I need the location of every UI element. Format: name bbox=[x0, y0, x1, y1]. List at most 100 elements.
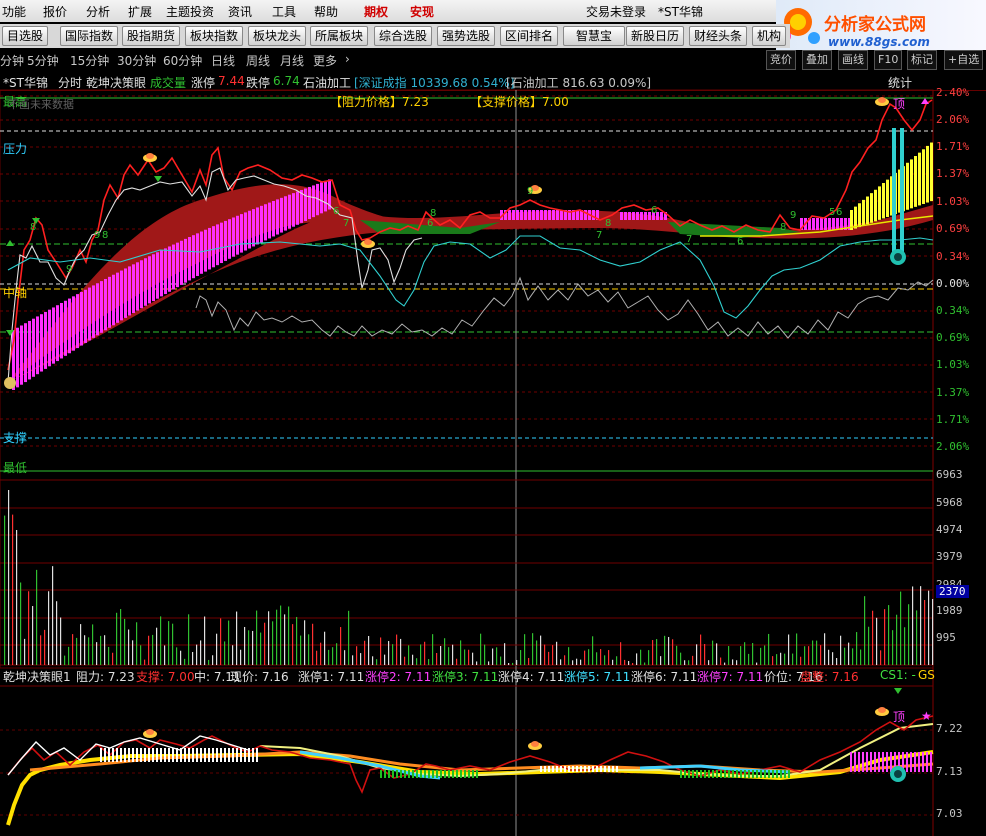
volume-bar bbox=[452, 644, 454, 665]
volume-bar bbox=[760, 647, 762, 665]
vol-current-badge: 2370 bbox=[936, 585, 969, 598]
sub-column bbox=[914, 752, 916, 772]
volume-bar bbox=[588, 649, 590, 665]
sub-column bbox=[116, 748, 118, 762]
sub-column bbox=[556, 766, 558, 772]
label-pressure: 压力 bbox=[3, 142, 28, 156]
sub-column bbox=[544, 766, 546, 772]
volume-bar bbox=[360, 653, 362, 665]
volume-bar bbox=[800, 656, 802, 665]
band-column bbox=[620, 212, 623, 220]
band-column bbox=[832, 218, 835, 230]
num-label: 6 bbox=[333, 206, 340, 217]
price-axis-label: 1.03% bbox=[936, 195, 970, 208]
sub-column bbox=[416, 770, 418, 778]
indicator-title[interactable]: 乾坤决策眼1 bbox=[3, 668, 71, 685]
label-lowest: 最低 bbox=[3, 461, 28, 475]
sub-column bbox=[886, 752, 888, 772]
price-axis-label: 2.06% bbox=[936, 440, 970, 453]
band-column bbox=[56, 305, 59, 362]
price-axis-label: 2.06% bbox=[936, 113, 970, 126]
rosette-icon bbox=[890, 766, 906, 782]
volume-bar bbox=[908, 604, 910, 665]
intraday-chart[interactable]: ★ bbox=[0, 0, 986, 836]
sub-column bbox=[568, 766, 570, 772]
volume-bar bbox=[164, 645, 166, 665]
band-column bbox=[324, 180, 327, 212]
band-column bbox=[200, 231, 203, 274]
volume-bar bbox=[632, 662, 634, 665]
sub-column bbox=[148, 748, 150, 762]
volume-bar bbox=[644, 662, 646, 665]
volume-bar bbox=[212, 655, 214, 665]
volume-bar bbox=[796, 633, 798, 665]
band-column bbox=[268, 202, 271, 239]
sub-column bbox=[456, 770, 458, 778]
volume-bar bbox=[736, 660, 738, 665]
sub-column bbox=[100, 748, 102, 762]
sub-column bbox=[400, 770, 402, 778]
volume-bar bbox=[224, 641, 226, 665]
sub-column bbox=[176, 748, 178, 762]
volume-bar bbox=[12, 514, 14, 665]
band-column bbox=[172, 244, 175, 290]
band-column bbox=[88, 287, 91, 341]
band-column bbox=[248, 210, 251, 249]
volume-bar bbox=[264, 622, 266, 665]
volume-bar bbox=[372, 656, 374, 665]
sub-column bbox=[600, 766, 602, 772]
volume-bar bbox=[108, 646, 110, 665]
sub-column bbox=[112, 748, 114, 762]
volume-bar bbox=[560, 659, 562, 665]
volume-bar bbox=[116, 612, 118, 665]
volume-bar bbox=[8, 490, 10, 665]
price-axis-label: 0.34% bbox=[936, 304, 970, 317]
volume-bar bbox=[472, 652, 474, 665]
cyan-marker-bar bbox=[900, 128, 904, 256]
volume-bar bbox=[152, 634, 154, 665]
sub-column bbox=[168, 748, 170, 762]
indicator-value: 涨停3: 7.11 bbox=[432, 670, 499, 684]
volume-bar bbox=[688, 660, 690, 665]
volume-bar bbox=[432, 634, 434, 665]
volume-bar bbox=[660, 656, 662, 665]
volume-bar bbox=[132, 640, 134, 665]
sub-column bbox=[448, 770, 450, 778]
decision-band bbox=[8, 142, 933, 390]
band-column bbox=[556, 210, 559, 220]
num-label: 8 bbox=[30, 222, 37, 233]
sub-column bbox=[700, 770, 702, 778]
volume-bar bbox=[352, 655, 354, 665]
volume-bar bbox=[52, 566, 54, 665]
sub-column bbox=[736, 770, 738, 778]
volume-bar bbox=[748, 653, 750, 665]
volume-bar bbox=[776, 654, 778, 665]
sub-column bbox=[688, 770, 690, 778]
volume-bar bbox=[296, 616, 298, 665]
volume-bar bbox=[68, 646, 70, 665]
sub-column bbox=[132, 748, 134, 762]
sub-column bbox=[788, 770, 790, 778]
sub-column bbox=[772, 770, 774, 778]
sub-column bbox=[152, 748, 154, 762]
band-column bbox=[220, 222, 223, 264]
band-column bbox=[532, 210, 535, 220]
volume-bar bbox=[436, 652, 438, 665]
label-top: 顶 bbox=[893, 97, 906, 111]
volume-bar bbox=[240, 649, 242, 665]
volume-bar bbox=[24, 638, 26, 665]
volume-bar bbox=[476, 661, 478, 665]
sub-column bbox=[196, 748, 198, 762]
volume-bar bbox=[128, 629, 130, 665]
volume-bar bbox=[384, 654, 386, 665]
sub-column bbox=[184, 748, 186, 762]
volume-bar bbox=[408, 645, 410, 665]
volume-bar bbox=[412, 654, 414, 665]
sub-column bbox=[552, 766, 554, 772]
volume-bar bbox=[840, 635, 842, 665]
sub-column bbox=[858, 752, 860, 772]
volume-bar bbox=[448, 647, 450, 665]
band-upper bbox=[8, 184, 460, 382]
volume-bar bbox=[584, 650, 586, 665]
sub-column bbox=[180, 748, 182, 762]
